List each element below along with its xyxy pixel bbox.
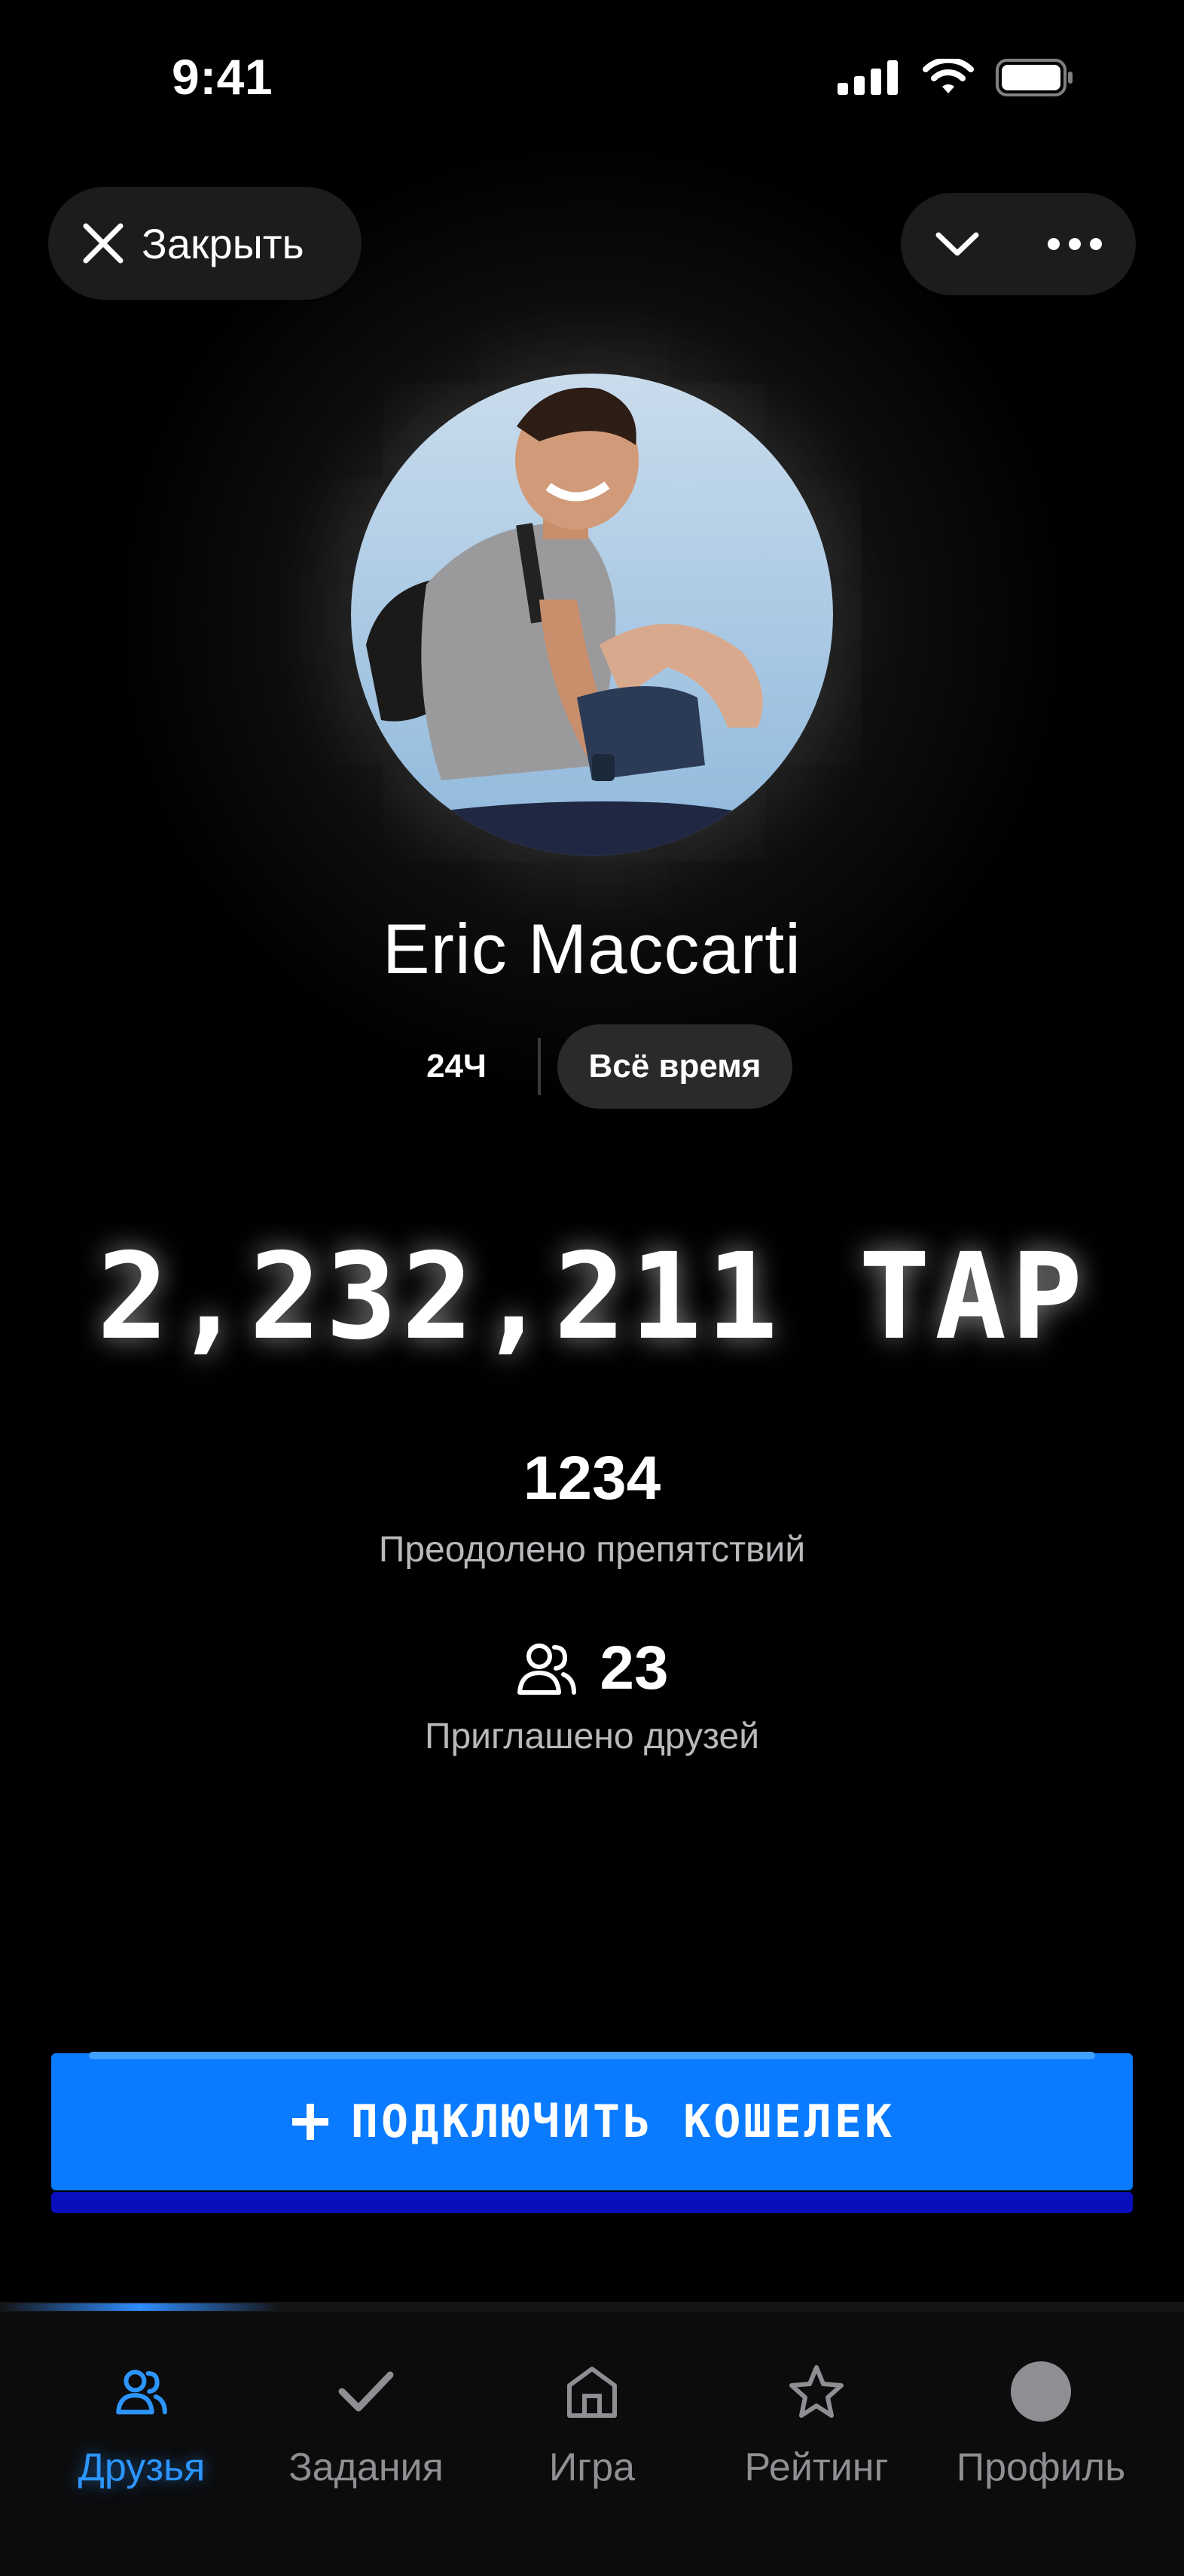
period-selector: 24Ч Всё время	[0, 1024, 1184, 1109]
period-24h-tab[interactable]: 24Ч	[396, 1024, 517, 1109]
star-icon	[789, 2365, 844, 2418]
connect-wallet-label: ПОДКЛЮЧИТЬ КОШЕЛЕК	[350, 2095, 896, 2148]
close-label: Закрыть	[142, 219, 304, 267]
tab-game[interactable]: Игра	[479, 2358, 705, 2508]
wifi-icon	[923, 59, 974, 93]
status-time: 9:41	[172, 49, 273, 105]
tabbar-active-indicator	[0, 2303, 280, 2311]
check-icon	[338, 2371, 394, 2412]
plus-icon	[291, 2104, 328, 2140]
user-name: Eric Maccarti	[382, 909, 802, 988]
tap-score: 2,232,211 TAP	[96, 1228, 1088, 1366]
more-icon[interactable]	[1046, 237, 1103, 252]
close-button[interactable]: Закрыть	[48, 187, 362, 300]
home-icon	[567, 2367, 617, 2418]
friends-stat: 23	[0, 1633, 1184, 1704]
obstacles-label: Преодолено препятствий	[378, 1530, 806, 1570]
connect-wallet-button[interactable]: ПОДКЛЮЧИТЬ КОШЕЛЕК	[51, 2053, 1133, 2190]
chevron-down-icon[interactable]	[934, 229, 981, 259]
wallet-button-shadow	[51, 2192, 1133, 2213]
friends-value: 23	[600, 1634, 669, 1702]
tab-profile[interactable]: Профиль	[928, 2358, 1154, 2508]
tab-rating-label: Рейтинг	[744, 2446, 889, 2489]
tab-bar: Друзья Задания Игра Рейтинг Профиль	[0, 2312, 1184, 2576]
tab-tasks[interactable]: Задания	[253, 2358, 479, 2508]
close-icon	[83, 223, 124, 264]
obstacles-value: 1234	[523, 1444, 661, 1512]
friends-icon	[116, 2370, 167, 2415]
tab-profile-label: Профиль	[956, 2446, 1126, 2489]
tab-tasks-label: Задания	[288, 2446, 444, 2489]
header-menu	[901, 193, 1136, 295]
period-divider	[538, 1038, 541, 1095]
status-icons	[838, 59, 1074, 96]
profile-avatar-icon	[1011, 2361, 1071, 2422]
wallet-button-highlight	[89, 2052, 1095, 2059]
friends-icon	[517, 1644, 577, 1695]
tab-game-label: Игра	[548, 2446, 636, 2489]
avatar-photo	[351, 374, 833, 856]
tab-friends[interactable]: Друзья	[29, 2358, 255, 2508]
tab-friends-label: Друзья	[78, 2446, 206, 2489]
friends-label: Приглашено друзей	[424, 1717, 760, 1757]
avatar	[351, 374, 833, 856]
battery-icon	[996, 59, 1073, 96]
period-all-time-tab[interactable]: Всё время	[557, 1024, 792, 1109]
signal-icon	[838, 60, 898, 95]
tab-rating[interactable]: Рейтинг	[703, 2358, 929, 2508]
